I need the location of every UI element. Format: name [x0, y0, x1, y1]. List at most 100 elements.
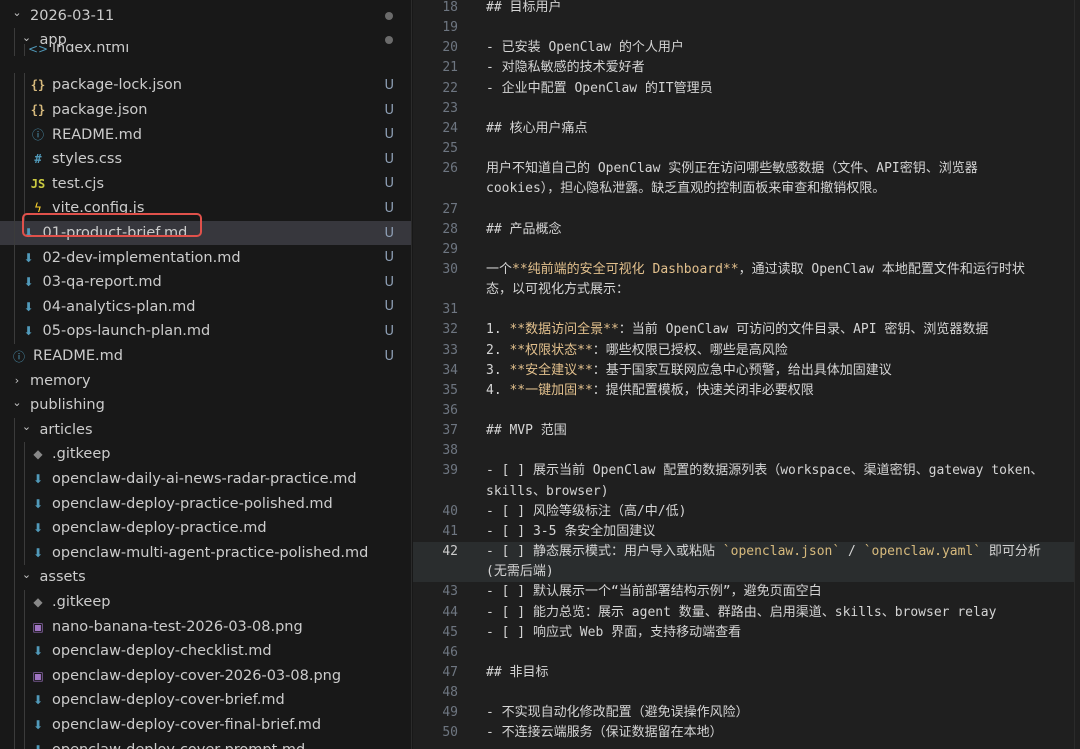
indent-guide — [14, 171, 15, 197]
tree-folder[interactable]: ⌄ articles — [0, 417, 411, 443]
tree-file[interactable]: ⓘ README.md U — [0, 122, 411, 147]
line-text: - 对隐私敏感的技术爱好者 — [486, 60, 645, 76]
tree-file[interactable]: ϟ vite.config.js U — [0, 196, 411, 221]
inline-code: `openclaw.yaml` — [863, 544, 982, 560]
code-line[interactable]: cookies），担心隐私泄露。缺乏直观的控制面板来审查和撤销权限。 — [486, 179, 1074, 199]
tree-item-label: 04-analytics-plan.md — [42, 298, 196, 315]
code-line[interactable]: - [ ] 风险等级标注（高/中/低) — [486, 502, 1074, 522]
tree-item-label: .gitkeep — [52, 594, 111, 611]
code-line[interactable]: ## 产品概念 — [486, 220, 1074, 240]
tree-file[interactable]: ▣ nano-banana-test-2026-03-08.png — [0, 614, 411, 639]
code-line[interactable]: - [ ] 展示当前 OpenClaw 配置的数据源列表（workspace、渠… — [486, 461, 1074, 481]
code-line[interactable]: 用户不知道自己的 OpenClaw 实例正在访问哪些敏感数据（文件、API密钥、… — [486, 159, 1074, 179]
line-number: 27 — [442, 201, 458, 217]
tree-file[interactable]: <> index.html — [0, 44, 411, 56]
line-number: 24 — [442, 120, 458, 136]
tree-folder[interactable]: ⌄ publishing — [0, 393, 411, 418]
tree-file[interactable]: ⬇ 01-product-brief.md U — [0, 220, 411, 246]
line-text: ：提供配置模板，快速关闭非必要权限 — [592, 382, 814, 398]
indent-guide — [14, 663, 15, 689]
tree-file[interactable]: ⬇ 03-qa-report.md U — [0, 269, 411, 295]
tree-file[interactable]: {} package-lock.json U — [0, 73, 411, 98]
line-text: ：当前 OpenClaw 可访问的文件目录、API 密钥、浏览器数据 — [618, 322, 989, 338]
tree-folder[interactable]: › memory — [0, 368, 411, 393]
code-line[interactable]: (无需后端) — [486, 562, 1074, 582]
tree-file[interactable]: ⓘ README.md U — [0, 344, 411, 369]
code-line[interactable]: skills、browser) — [486, 482, 1074, 502]
explorer-sidebar[interactable]: ⌄ 2026-03-11 ⌄ app <> index.html{} package-loc… — [0, 0, 412, 749]
tree-folder[interactable]: ⌄ assets — [0, 565, 411, 590]
tree-file[interactable]: ⬇ openclaw-deploy-practice-polished.md — [0, 491, 411, 516]
tree-file[interactable]: ◆ .gitkeep — [0, 442, 411, 467]
indent-guide — [14, 515, 15, 541]
markdown-icon: ⬇ — [23, 226, 34, 241]
line-number: 21 — [442, 60, 458, 76]
line-text: ## MVP 范围 — [486, 423, 567, 439]
chevron-down-icon[interactable]: ⌄ — [20, 420, 34, 433]
line-text: - 企业中配置 OpenClaw 的IT管理员 — [486, 80, 713, 96]
chevron-down-icon[interactable]: ⌄ — [10, 396, 24, 409]
line-number: 46 — [442, 644, 458, 660]
indent-guide — [14, 638, 15, 664]
chevron-down-icon[interactable]: ⌄ — [10, 6, 24, 19]
tree-file[interactable]: ⬇ 04-analytics-plan.md U — [0, 294, 411, 320]
tree-file[interactable]: ◆ .gitkeep — [0, 589, 411, 615]
code-line[interactable]: ## 核心用户痛点 — [486, 119, 1074, 139]
markdown-editor[interactable]: 18 19 20 21 22 23 24 25 26 27 28 29 30 31 32 33 34 35 36 37… — [413, 0, 1080, 749]
tree-file[interactable]: ⬇ 02-dev-implementation.md U — [0, 245, 411, 270]
tree-file[interactable]: {} package.json U — [0, 97, 411, 123]
git-status-untracked: U — [384, 348, 394, 364]
tree-file[interactable]: ⬇ openclaw-deploy-practice.md — [0, 515, 411, 541]
tree-folder[interactable]: ⌄ 2026-03-11 — [0, 4, 411, 29]
code-line[interactable]: - [ ] 静态展示模式：用户导入或粘贴 `openclaw.json` / `… — [486, 542, 1074, 562]
code-line[interactable]: 态，以可视化方式展示： — [486, 280, 1074, 300]
tree-file[interactable]: ⬇ openclaw-deploy-cover-brief.md — [0, 688, 411, 713]
tree-file[interactable]: ⬇ openclaw-deploy-cover-prompt.md — [0, 737, 411, 749]
line-number: 22 — [442, 80, 458, 96]
code-line[interactable]: - 不连接云端服务（保证数据留在本地） — [486, 723, 1074, 743]
tree-file[interactable]: ⬇ openclaw-daily-ai-news-radar-practice.m… — [0, 466, 411, 492]
code-line[interactable]: ## 非目标 — [486, 663, 1074, 683]
code-line[interactable]: - 已安装 OpenClaw 的个人用户 — [486, 38, 1074, 58]
tree-file[interactable]: ▣ openclaw-deploy-cover-2026-03-08.png — [0, 663, 411, 689]
code-line[interactable]: 一个**纯前端的安全可视化 Dashboard**，通过读取 OpenClaw … — [486, 260, 1074, 280]
code-line[interactable]: ## 目标用户 — [486, 0, 1074, 18]
code-line[interactable]: 4. **一键加固**：提供配置模板，快速关闭非必要权限 — [486, 381, 1074, 401]
tree-file[interactable]: ⬇ openclaw-deploy-cover-final-brief.md — [0, 712, 411, 738]
tree-item-label: openclaw-multi-agent-practice-polished.m… — [52, 544, 369, 561]
tree-item-label: .gitkeep — [52, 446, 111, 463]
tree-file[interactable]: # styles.css U — [0, 146, 411, 172]
code-line[interactable]: 2. **权限状态**：哪些权限已授权、哪些是高风险 — [486, 341, 1074, 361]
code-line[interactable]: - [ ] 能力总览：展示 agent 数量、群路由、启用渠道、skills、b… — [486, 603, 1074, 623]
code-line[interactable]: - 不实现自动化修改配置（避免误操作风险） — [486, 703, 1074, 723]
code-line[interactable]: 3. **安全建议**：基于国家互联网应急中心预警，给出具体加固建议 — [486, 361, 1074, 381]
code-line[interactable]: ## MVP 范围 — [486, 421, 1074, 441]
code-line[interactable]: - 对隐私敏感的技术爱好者 — [486, 58, 1074, 78]
tree-file[interactable]: ⬇ 05-ops-launch-plan.md U — [0, 319, 411, 344]
bold-text: **纯前端的安全可视化 Dashboard** — [512, 261, 739, 277]
tree-item-label: articles — [39, 421, 93, 438]
line-number: 20 — [442, 40, 458, 56]
code-line[interactable]: - 企业中配置 OpenClaw 的IT管理员 — [486, 79, 1074, 99]
json-icon: {} — [30, 78, 46, 93]
git-status-untracked: U — [384, 102, 394, 118]
chevron-down-icon[interactable]: ⌄ — [20, 31, 34, 44]
bold-text: **一键加固** — [509, 382, 593, 398]
git-status-untracked: U — [384, 200, 394, 216]
line-text: ：基于国家互联网应急中心预警，给出具体加固建议 — [592, 362, 892, 378]
code-line[interactable]: - [ ] 默认展示一个“当前部署结构示例”，避免页面空白 — [486, 582, 1074, 602]
chevron-down-icon[interactable]: ⌄ — [20, 568, 34, 581]
line-text: (无需后端) — [486, 564, 554, 580]
editor-scrollbar[interactable] — [1074, 0, 1080, 749]
line-number: 28 — [442, 221, 458, 237]
code-line[interactable]: - [ ] 响应式 Web 界面，支持移动端查看 — [486, 623, 1074, 643]
tree-file[interactable]: ⬇ openclaw-multi-agent-practice-polished.… — [0, 540, 411, 566]
chevron-right-icon[interactable]: › — [10, 374, 24, 387]
indent-guide — [23, 97, 25, 123]
code-line[interactable]: 1. **数据访问全景**：当前 OpenClaw 可访问的文件目录、API 密… — [486, 320, 1074, 340]
tree-item-label: package.json — [52, 102, 148, 119]
tree-file[interactable]: ⬇ openclaw-deploy-checklist.md — [0, 638, 411, 664]
code-line[interactable]: - [ ] 3-5 条安全加固建议 — [486, 522, 1074, 542]
tree-file[interactable]: JS test.cjs U — [0, 171, 411, 197]
tree-item-label: openclaw-deploy-cover-brief.md — [52, 692, 285, 709]
